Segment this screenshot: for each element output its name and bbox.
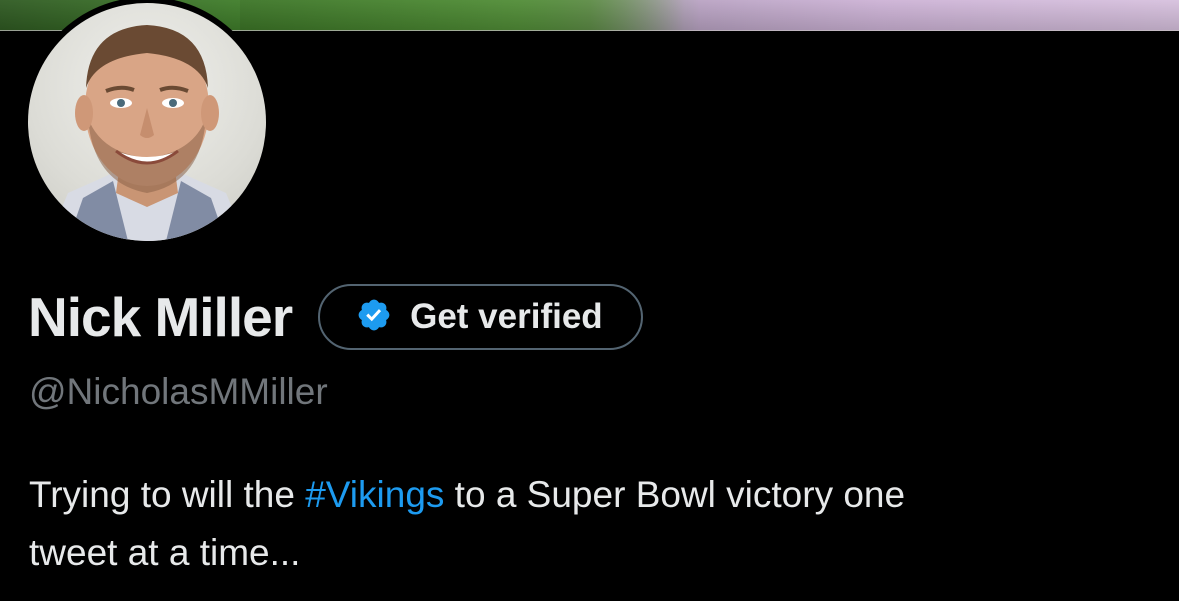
display-name: Nick Miller: [28, 286, 293, 348]
verified-badge-icon: [356, 297, 392, 338]
bio-text-end: to a Super Bowl victory one: [444, 474, 906, 515]
bio-text-line2: tweet at a time...: [29, 532, 301, 573]
hashtag-link[interactable]: #Vikings: [305, 474, 444, 515]
bio-text-start: Trying to will the: [29, 474, 306, 515]
get-verified-button[interactable]: Get verified: [318, 284, 643, 350]
avatar-photo: [28, 3, 266, 241]
avatar[interactable]: [22, 0, 272, 247]
avatar-illustration: [48, 25, 246, 241]
get-verified-label: Get verified: [410, 297, 603, 336]
profile-bio: Trying to will the #Vikings to a Super B…: [29, 466, 1159, 582]
name-row: Nick Miller Get verified: [28, 282, 643, 352]
profile-header: Nick Miller Get verified @NicholasMMille…: [0, 0, 1179, 601]
user-handle: @NicholasMMiller: [29, 371, 328, 412]
